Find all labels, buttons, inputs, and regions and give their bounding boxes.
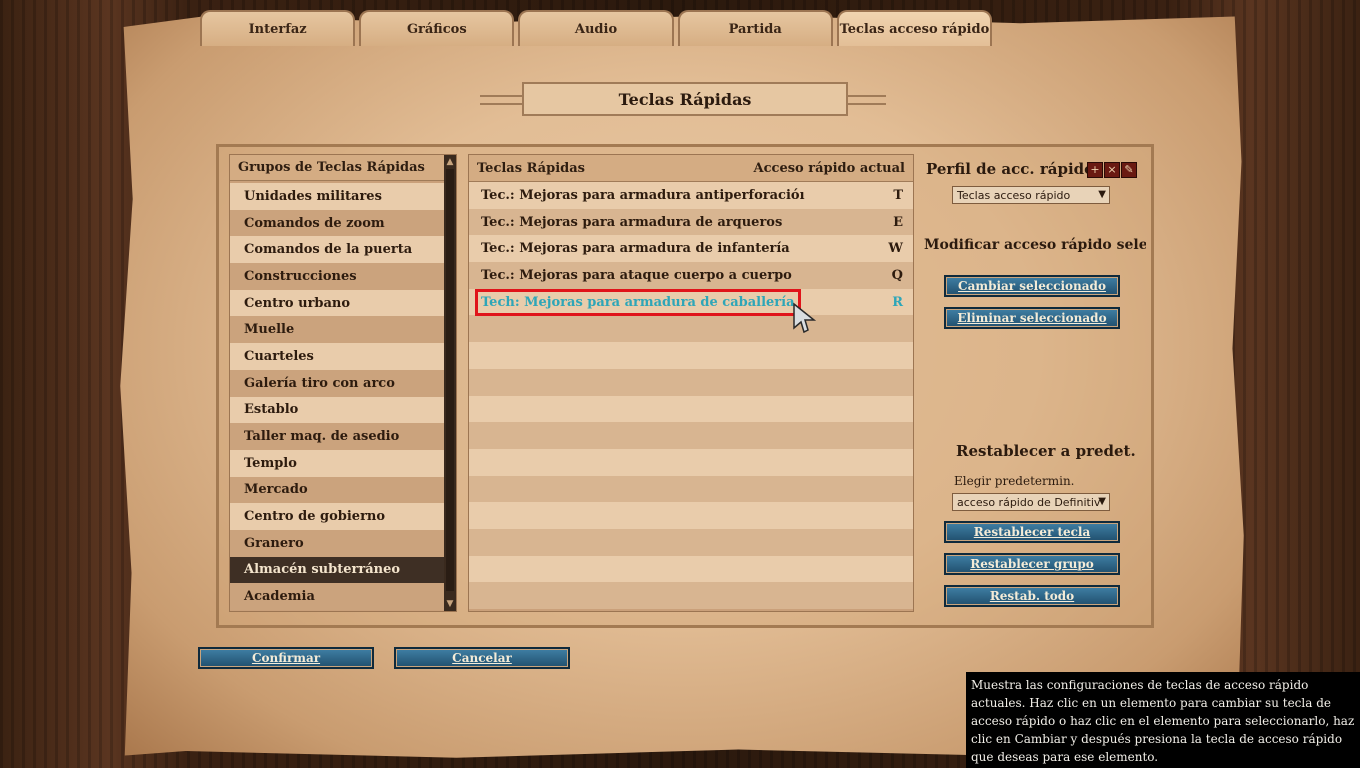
- hotkey-row-empty[interactable]: [469, 475, 913, 503]
- group-list-item[interactable]: Granero: [230, 529, 444, 557]
- hotkey-row-empty[interactable]: [469, 315, 913, 343]
- tab-interfaz[interactable]: Interfaz: [200, 10, 356, 46]
- default-dropdown-value: acceso rápido de Definitiv: [957, 495, 1101, 509]
- hotkeys-rows: Tec.: Mejoras para armadura antiperforac…: [469, 182, 913, 609]
- mouse-cursor-icon: [793, 302, 817, 334]
- hotkeys-header: Teclas Rápidas Acceso rápido actual: [469, 155, 913, 182]
- help-tooltip: Muestra las configuraciones de teclas de…: [966, 672, 1360, 768]
- tab-graficos[interactable]: Gráficos: [359, 10, 515, 46]
- tab-partida[interactable]: Partida: [677, 10, 833, 46]
- profile-title: Perfil de acc. rápidos: [926, 160, 1103, 178]
- group-list-item[interactable]: Comandos de zoom: [230, 209, 444, 237]
- cancel-button[interactable]: Cancelar: [394, 647, 570, 669]
- default-dropdown[interactable]: acceso rápido de Definitiv ▼: [952, 493, 1110, 511]
- group-list-item[interactable]: Academia: [230, 583, 444, 610]
- group-list-item[interactable]: Mercado: [230, 476, 444, 504]
- add-icon[interactable]: +: [1087, 162, 1103, 178]
- profile-dropdown[interactable]: Teclas acceso rápido ▼: [952, 186, 1110, 204]
- hotkey-name: Tec.: Mejoras para ataque cuerpo a cuerp…: [481, 267, 792, 283]
- hotkey-row-empty[interactable]: [469, 528, 913, 556]
- tab-audio[interactable]: Audio: [518, 10, 674, 46]
- hotkey-row-empty[interactable]: [469, 582, 913, 609]
- group-list-item[interactable]: Centro urbano: [230, 289, 444, 317]
- hotkey-name: Tec.: Mejoras para armadura de infanterí…: [481, 241, 790, 257]
- scrollbar-thumb[interactable]: [446, 169, 454, 591]
- groups-header: Grupos de Teclas Rápidas: [230, 155, 444, 181]
- hotkey-name: Tec.: Mejoras para armadura de arqueros: [481, 214, 783, 230]
- hotkey-row-empty[interactable]: [469, 368, 913, 396]
- group-list-item[interactable]: Establo: [230, 396, 444, 424]
- groups-scrollbar[interactable]: ▲ ▼: [444, 155, 456, 611]
- change-selected-button[interactable]: Cambiar seleccionado: [944, 275, 1120, 297]
- scroll-down-icon[interactable]: ▼: [445, 599, 455, 609]
- tab-teclas-acceso-rapido[interactable]: Teclas acceso rápido: [836, 10, 993, 46]
- profile-dropdown-value: Teclas acceso rápido: [957, 188, 1071, 202]
- hotkeys-header-key: Acceso rápido actual: [753, 160, 905, 176]
- group-list-item[interactable]: Taller maq. de asedio: [230, 423, 444, 450]
- chevron-down-icon: ▼: [1098, 189, 1106, 200]
- page-title: Teclas Rápidas: [522, 82, 848, 116]
- hotkey-key: R: [892, 294, 903, 310]
- reset-title: Restablecer a predet.: [956, 442, 1136, 460]
- title-ornament-left: [480, 95, 528, 105]
- tab-bar: Interfaz Gráficos Audio Partida Teclas a…: [200, 10, 993, 46]
- hotkey-key: W: [888, 241, 903, 257]
- hotkey-name: Tec.: Mejoras para armadura antiperforac…: [481, 187, 805, 203]
- group-list-item[interactable]: Comandos de la puerta: [230, 236, 444, 264]
- hotkeys-list: Teclas Rápidas Acceso rápido actual Tec.…: [468, 154, 914, 612]
- hotkey-groups-list: Grupos de Teclas Rápidas Unidades milita…: [229, 154, 457, 612]
- group-list-item[interactable]: Construcciones: [230, 263, 444, 290]
- reset-key-button[interactable]: Restablecer tecla: [944, 521, 1120, 543]
- scroll-up-icon[interactable]: ▲: [445, 157, 455, 167]
- group-list-item[interactable]: Almacén subterráneo: [230, 556, 444, 584]
- chevron-down-icon: ▼: [1098, 496, 1106, 507]
- hotkey-key: E: [893, 214, 903, 230]
- group-list-item[interactable]: Muelle: [230, 316, 444, 344]
- edit-icon[interactable]: ✎: [1121, 162, 1137, 178]
- reset-group-button[interactable]: Restablecer grupo: [944, 553, 1120, 575]
- hotkey-row[interactable]: Tech: Mejoras para armadura de caballerí…: [469, 288, 913, 316]
- groups-rows: Unidades militares Comandos de zoom Comand…: [230, 183, 444, 610]
- hotkey-row-empty[interactable]: [469, 422, 913, 449]
- title-banner: Teclas Rápidas: [480, 80, 886, 116]
- hotkey-row[interactable]: Tec.: Mejoras para armadura de arqueros E: [469, 208, 913, 236]
- modify-title: Modificar acceso rápido selec: [924, 237, 1146, 253]
- hotkey-row-empty[interactable]: [469, 555, 913, 583]
- hotkey-key: T: [893, 187, 903, 203]
- hotkey-name: Tech: Mejoras para armadura de caballerí…: [475, 288, 801, 316]
- hotkeys-header-name: Teclas Rápidas: [477, 160, 585, 176]
- hotkey-row[interactable]: Tec.: Mejoras para armadura antiperforac…: [469, 182, 913, 209]
- choose-default-label: Elegir predetermin.: [954, 474, 1075, 488]
- confirm-button[interactable]: Confirmar: [198, 647, 374, 669]
- group-list-item[interactable]: Galería tiro con arco: [230, 369, 444, 397]
- hotkey-row-empty[interactable]: [469, 448, 913, 476]
- group-list-item[interactable]: Centro de gobierno: [230, 503, 444, 530]
- hotkey-row-empty[interactable]: [469, 342, 913, 369]
- delete-icon[interactable]: ×: [1104, 162, 1120, 178]
- hotkey-row-empty[interactable]: [469, 502, 913, 529]
- group-list-item[interactable]: Cuarteles: [230, 343, 444, 370]
- hotkey-row-empty[interactable]: [469, 395, 913, 423]
- hotkey-row[interactable]: Tec.: Mejoras para ataque cuerpo a cuerp…: [469, 262, 913, 289]
- group-list-item[interactable]: Unidades militares: [230, 183, 444, 210]
- reset-all-button[interactable]: Restab. todo: [944, 585, 1120, 607]
- hotkey-key: Q: [891, 267, 903, 283]
- delete-selected-button[interactable]: Eliminar seleccionado: [944, 307, 1120, 329]
- hotkey-row[interactable]: Tec.: Mejoras para armadura de infanterí…: [469, 235, 913, 263]
- group-list-item[interactable]: Templo: [230, 449, 444, 477]
